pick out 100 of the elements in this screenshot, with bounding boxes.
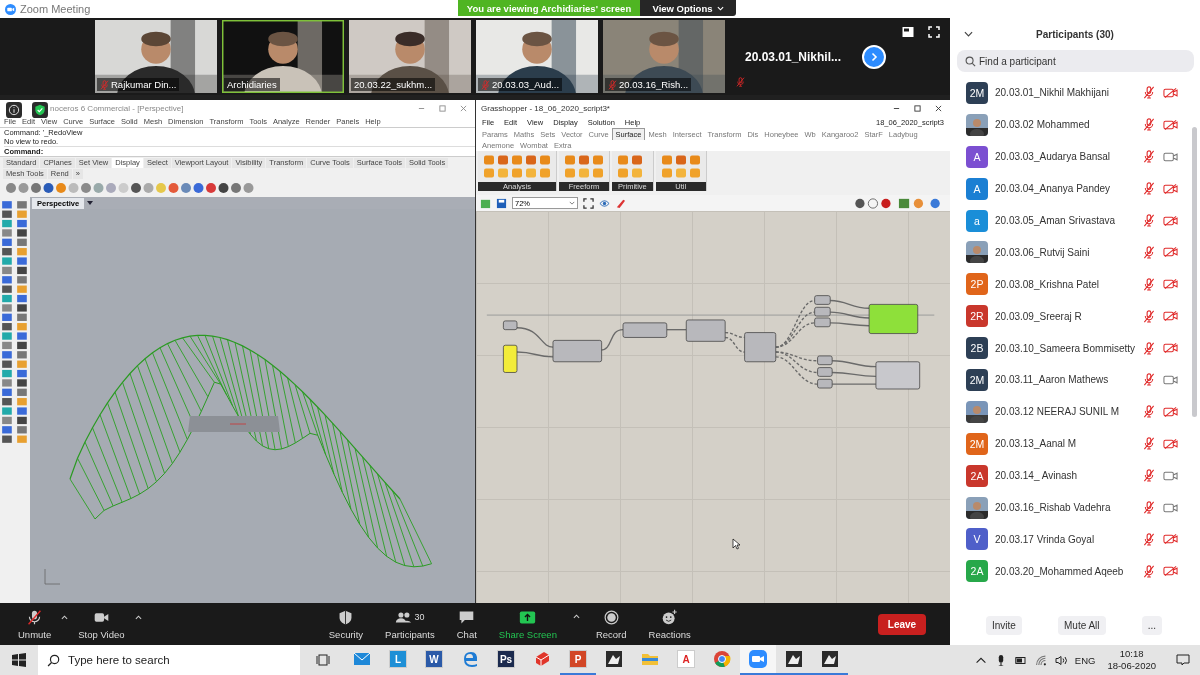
toolbar-button[interactable]: Record (589, 608, 633, 640)
search-field[interactable]: Find a participant (957, 50, 1194, 72)
taskbar-app-button[interactable]: A (668, 645, 704, 675)
participant-name: 20.03.09_Sreeraj R (995, 310, 1083, 322)
participant-name: 20.03.01_Nikhil... (744, 49, 842, 64)
caret-icon[interactable] (134, 614, 142, 620)
avatar: 2R (966, 305, 988, 328)
toolbar-button[interactable]: Chat (450, 608, 483, 640)
component-node[interactable] (875, 361, 921, 390)
language-indicator[interactable]: ENG (1074, 654, 1096, 666)
participant-row[interactable]: 20.03.06_Rutvij Saini (950, 236, 1200, 269)
participant-name: 20.03.11_Aaron Mathews (995, 374, 1110, 386)
app-icon: L (389, 650, 407, 668)
component-node[interactable] (685, 319, 726, 342)
participant-row[interactable]: V 20.03.17 Vrinda Goyal (950, 523, 1200, 556)
wifi-icon[interactable] (1034, 654, 1047, 666)
component-node[interactable] (814, 317, 831, 328)
eye-icon[interactable] (599, 197, 610, 209)
taskbar-app-button[interactable]: Ps (488, 645, 524, 675)
zoom-extents-icon[interactable] (583, 197, 594, 209)
component-node[interactable] (552, 340, 602, 363)
windows-start-icon[interactable] (12, 653, 26, 667)
muted-microphone-icon (1143, 182, 1155, 196)
shield-icon[interactable] (32, 102, 48, 118)
component-node[interactable] (622, 322, 668, 338)
component-node[interactable] (503, 320, 518, 331)
layout-icon[interactable] (902, 26, 914, 38)
participant-row[interactable]: 2A 20.03.20_Mohammed Aqeeb (950, 555, 1200, 588)
participant-row[interactable]: 2P 20.03.08_Krishna Patel (950, 268, 1200, 301)
fullscreen-icon[interactable] (928, 26, 940, 38)
collapse-icon[interactable] (964, 31, 973, 37)
close-icon[interactable] (935, 104, 942, 112)
component-node[interactable] (817, 355, 833, 366)
panel-button[interactable]: Invite (986, 615, 1022, 635)
avatar: a (966, 209, 988, 232)
dropdown-arrow-icon[interactable] (87, 201, 94, 205)
muted-microphone-icon (1143, 405, 1155, 419)
view-options-button[interactable]: View Options (640, 0, 736, 16)
participant-name: 20.03.03_Aud... (492, 79, 560, 90)
participant-name: 20.03.14_ Avinash (995, 470, 1079, 482)
taskbar-app-button[interactable]: W (416, 645, 452, 675)
muted-microphone-icon (1143, 469, 1155, 483)
participant-row[interactable]: 20.03.02 Mohammed (950, 108, 1200, 141)
component-node[interactable] (814, 295, 831, 305)
rhino-icon (784, 649, 804, 669)
toolbar-button[interactable]: Security (322, 608, 370, 640)
participant-name: 20.03.01_Nikhil Makhijani (995, 87, 1110, 99)
leave-button[interactable]: Leave (878, 613, 926, 635)
battery-icon[interactable] (1014, 654, 1027, 666)
maximize-icon[interactable] (914, 104, 921, 112)
muted-microphone-icon (1143, 86, 1155, 100)
info-icon[interactable] (6, 102, 22, 118)
grasshopper-window-title: Grasshopper - 18_06_2020_script3* (481, 103, 610, 113)
participant-row[interactable]: 2M 20.03.11_Aaron Mathews (950, 364, 1200, 396)
participant-row[interactable]: 2M 20.03.13_Aanal M (950, 427, 1200, 460)
taskbar-app-button[interactable]: L (380, 645, 416, 675)
panel-button[interactable]: Mute All (1058, 615, 1106, 635)
avatar: 2M (966, 432, 988, 455)
component-node[interactable] (503, 344, 518, 373)
participant-row[interactable]: a 20.03.05_Aman Srivastava (950, 204, 1200, 237)
component-node[interactable] (817, 367, 833, 377)
participant-name: Rajkumar Din... (111, 79, 177, 90)
connector-wire (516, 351, 554, 358)
participant-row[interactable]: 2M 20.03.01_Nikhil Makhijani (950, 77, 1200, 109)
participant-row[interactable]: 20.03.16_Rishab Vadehra (950, 491, 1200, 524)
muted-microphone-icon (1143, 341, 1155, 355)
toolbar-button[interactable]: Reactions (642, 608, 697, 640)
next-page-button[interactable] (862, 44, 886, 69)
task-view-icon[interactable] (316, 653, 330, 667)
taskbar-search-field[interactable]: Type here to search (38, 645, 300, 675)
node-canvas[interactable] (476, 211, 950, 603)
component-node[interactable] (744, 332, 777, 363)
component-node[interactable] (814, 306, 831, 317)
participant-row[interactable]: 2A 20.03.14_ Avinash (950, 459, 1200, 492)
participant-name: 20.03.06_Rutvij Saini (995, 246, 1091, 258)
record-icon (602, 608, 620, 626)
participant-row[interactable]: 2R 20.03.09_Sreeraj R (950, 300, 1200, 333)
panel-button[interactable]: ... (1141, 615, 1162, 635)
participant-row[interactable]: 2B 20.03.10_Sameera Bommisetty (950, 332, 1200, 364)
speaker-icon[interactable] (1054, 654, 1067, 666)
app-icon: Ps (497, 650, 515, 668)
toolbar-button[interactable]: Stop Video (72, 608, 131, 640)
participant-row[interactable]: 20.03.12 NEERAJ SUNIL M (950, 395, 1200, 428)
taskbar-app-button[interactable]: P (560, 645, 596, 675)
clock[interactable]: 10:18 18-06-2020 (1107, 648, 1156, 672)
caret-icon[interactable] (61, 614, 69, 620)
participant-row[interactable]: A 20.03.03_Audarya Bansal (950, 140, 1200, 173)
toolbar-button[interactable]: Unmute (12, 608, 58, 640)
caret-icon[interactable] (572, 614, 580, 619)
brush-icon[interactable] (615, 197, 626, 209)
toolbar-button[interactable]: Share Screen (492, 608, 563, 640)
toolbar-button[interactable]: 30 Participants (379, 608, 441, 640)
save-icon[interactable] (496, 197, 507, 209)
participant-row[interactable]: A 20.03.04_Ananya Pandey (950, 172, 1200, 205)
muted-microphone-icon (481, 79, 490, 90)
component-node[interactable] (868, 304, 919, 334)
open-file-icon[interactable] (480, 197, 491, 209)
maximize-icon[interactable] (439, 104, 446, 112)
component-node[interactable] (817, 378, 833, 389)
notification-icon[interactable] (1176, 653, 1190, 667)
